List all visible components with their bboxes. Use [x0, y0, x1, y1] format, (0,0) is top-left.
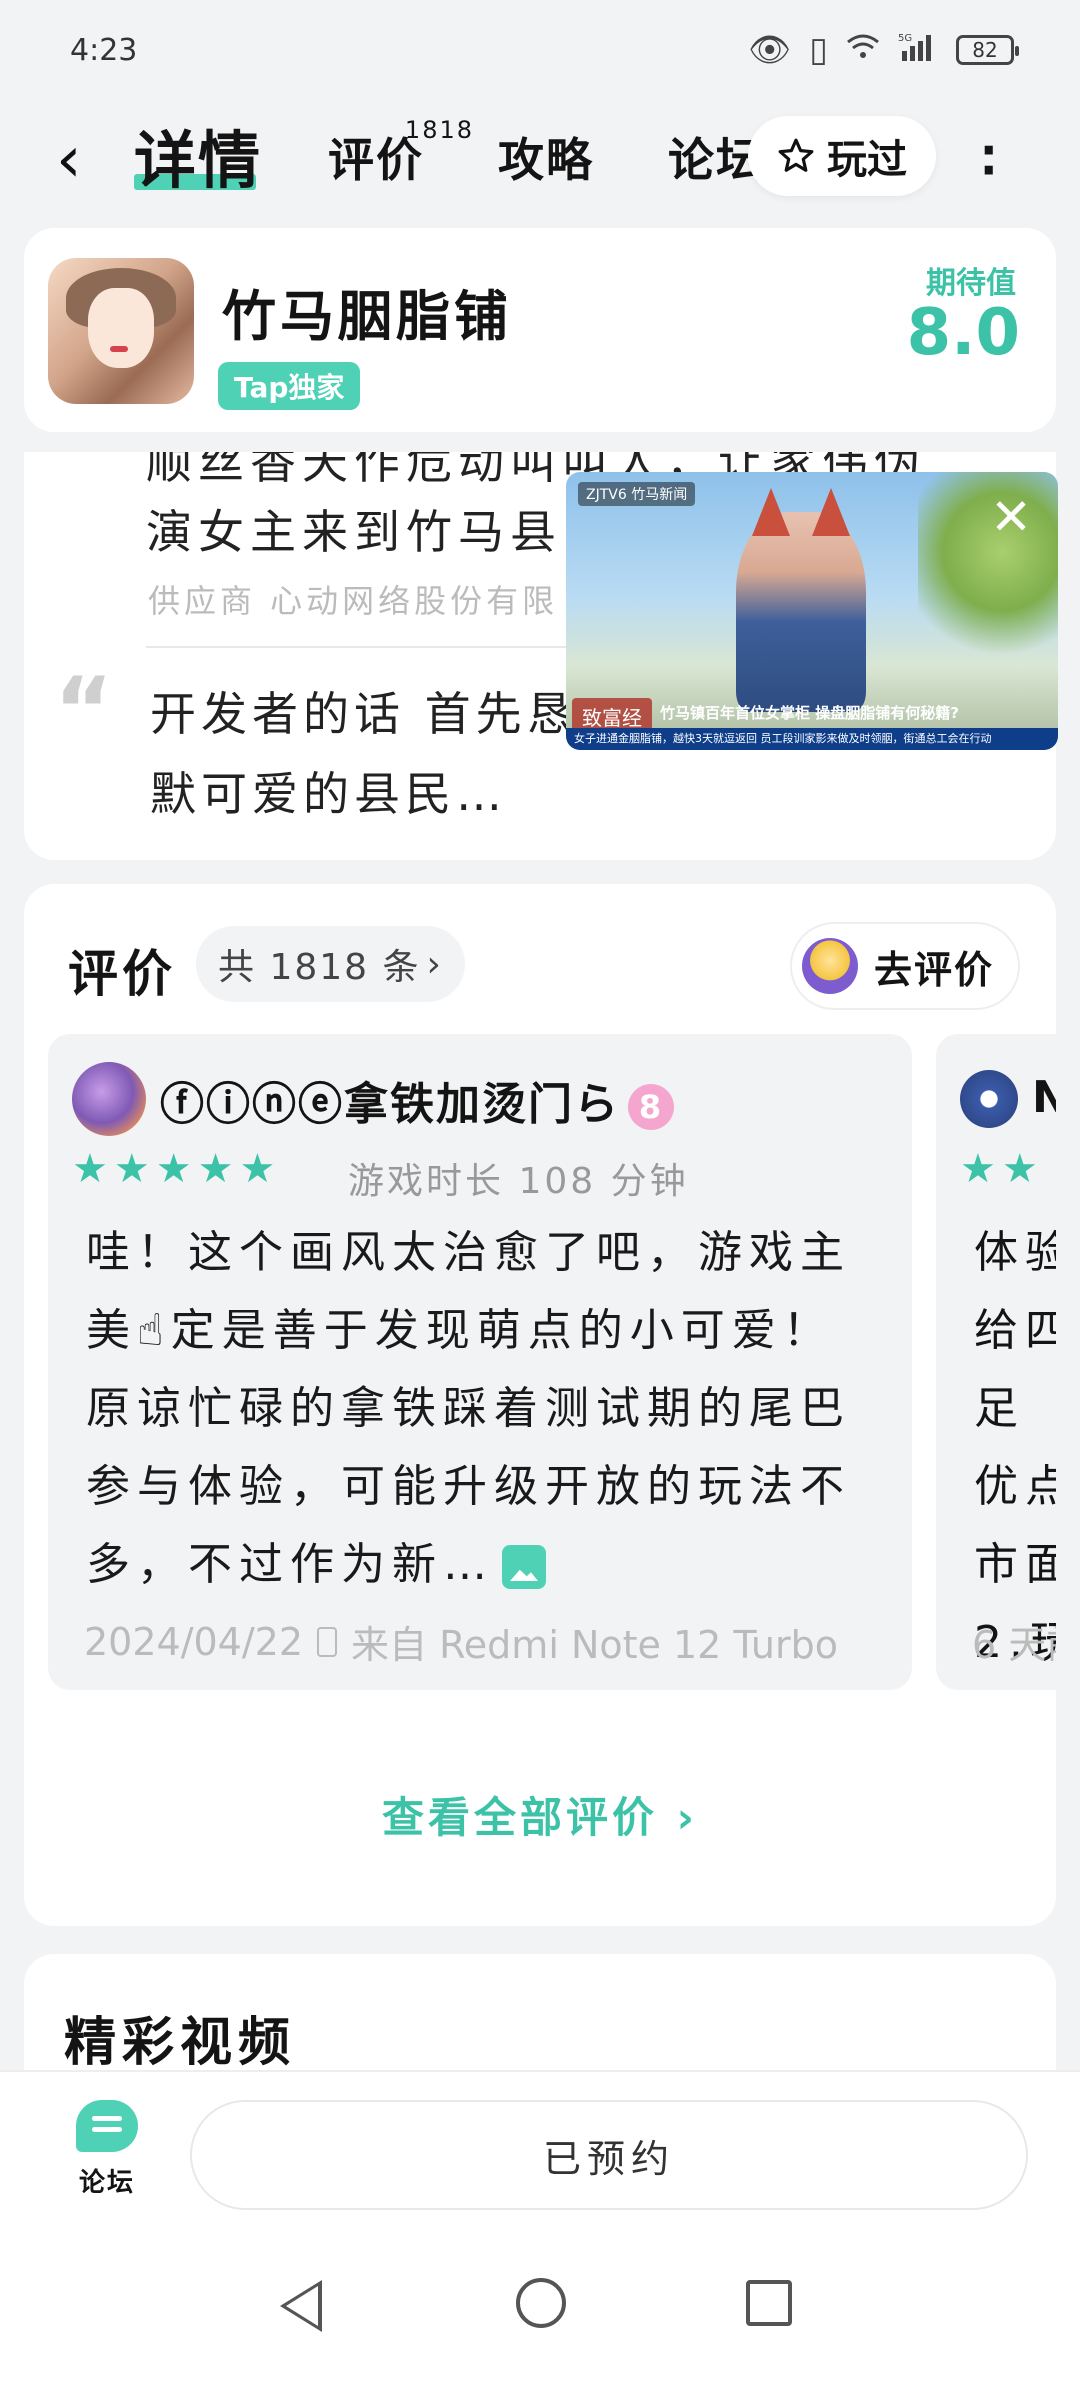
game-icon: [48, 258, 194, 404]
videos-title: 精彩视频: [64, 2013, 297, 2073]
chevron-right-icon: ›: [426, 943, 443, 985]
write-review-label: 去评价: [873, 947, 994, 992]
game-header-card: 竹马胭脂铺 Tap独家 期待值 8.0: [24, 228, 1056, 432]
quote-icon: “: [54, 658, 114, 763]
wifi-icon: [846, 30, 880, 70]
reviewer-name[interactable]: ⓕⓘⓝⓔ拿铁加烫门ら 8: [160, 1068, 674, 1132]
expectation-score: 8.0: [906, 296, 1020, 370]
video-ticker: 女子进通金胭脂铺，越快3天就逗返回 员工段训家影来做及时领胭，街通总工会在行动: [566, 728, 1058, 750]
tab-reviews-badge: 1818: [404, 116, 474, 144]
svg-text:5G: 5G: [898, 33, 912, 44]
review-text: 体验 给四 足 优点 市面 2.玩: [974, 1227, 1056, 1668]
nav-home-icon[interactable]: [516, 2278, 566, 2328]
top-nav: ‹ 详情 评价 1818 攻略 论坛 玩过 · ·: [0, 100, 1080, 220]
user-badge-icon: 8: [628, 1084, 674, 1130]
reviews-count-label: 共 1818 条: [218, 947, 421, 988]
star-outline-icon: [778, 138, 814, 172]
forum-label: 论坛: [78, 2168, 135, 2198]
nav-recents-icon[interactable]: [746, 2280, 792, 2326]
more-vertical-icon[interactable]: · ·: [980, 127, 997, 193]
tap-exclusive-badge: Tap独家: [218, 362, 361, 410]
reviews-card: 评价 共 1818 条 › 去评价 ⓕⓘⓝⓔ拿铁加烫门ら 8 ★★★★★ 游戏时长…: [24, 884, 1056, 1926]
status-time: 4:23: [70, 32, 138, 68]
video-thumbnail-character: [736, 512, 866, 712]
system-nav-bar: [0, 2230, 1080, 2400]
played-label: 玩过: [827, 137, 907, 183]
nav-back-icon[interactable]: [280, 2280, 322, 2332]
status-icons: 👁 ▯ 5G 82: [748, 30, 1019, 70]
eye-icon: 👁: [748, 30, 792, 70]
review-device: 来自 Redmi Note 12 Turbo: [351, 1623, 838, 1667]
battery-indicator: 82: [956, 35, 1019, 65]
tab-reviews[interactable]: 评价 1818: [328, 116, 472, 190]
game-title: 竹马胭脂铺: [222, 285, 512, 348]
played-button[interactable]: 玩过: [748, 116, 936, 196]
floating-video-player[interactable]: ZJTV6 竹马新闻 ✕ 致富经 竹马镇百年首位女掌柜 操盘胭脂铺有何秘籍? 女…: [566, 472, 1058, 750]
video-channel-logo: ZJTV6 竹马新闻: [578, 482, 696, 506]
reviewer-avatar[interactable]: [960, 1070, 1018, 1128]
review-card[interactable]: N( ★★ 体验 给四 足 优点 市面 2.玩 6 天前: [936, 1034, 1056, 1690]
review-date: 6 天前: [972, 1623, 1056, 1667]
tab-details-label: 详情: [134, 124, 263, 197]
avatar: [801, 938, 858, 994]
review-date: 2024/04/22: [84, 1619, 304, 1664]
back-arrow-icon[interactable]: ‹: [56, 128, 82, 192]
see-all-reviews-link[interactable]: 查看全部评价 ›: [24, 1784, 1056, 1845]
rating-stars: ★★★★★: [72, 1146, 282, 1192]
rating-stars: ★★: [960, 1146, 1044, 1192]
reserved-button[interactable]: 已预约: [190, 2100, 1028, 2210]
playtime-text: 游戏时长 108 分钟: [348, 1161, 689, 1202]
reviewer-name[interactable]: N(: [1032, 1072, 1056, 1123]
review-text: 哇！这个画风太治愈了吧，游戏主美☝定是善于发现萌点的小可爱！ 原谅忙碌的拿铁踩着…: [86, 1227, 851, 1590]
phone-icon: [317, 1626, 338, 1657]
chat-bubble-icon: [76, 2100, 138, 2152]
tab-details[interactable]: 详情: [134, 110, 262, 200]
supplier-text: 供应商 心动网络股份有限: [148, 582, 559, 620]
description-text: 演女主来到竹马县: [146, 505, 562, 559]
close-icon[interactable]: ✕: [990, 492, 1032, 542]
video-headline: 竹马镇百年首位女掌柜 操盘胭脂铺有何秘籍?: [660, 704, 959, 722]
write-review-button[interactable]: 去评价: [789, 922, 1020, 1010]
image-icon: [502, 1545, 546, 1589]
reviews-count-button[interactable]: 共 1818 条 ›: [196, 926, 465, 1002]
review-meta: 2024/04/22 来自 Redmi Note 12 Turbo: [84, 1614, 838, 1669]
5g-signal-icon: 5G: [898, 30, 938, 70]
reviews-title: 评价: [68, 945, 176, 1003]
videos-section: 精彩视频: [24, 1954, 1056, 2074]
tab-guides[interactable]: 攻略: [498, 124, 594, 190]
bottom-action-bar: 论坛 已预约: [0, 2070, 1080, 2230]
status-bar: 4:23 👁 ▯ 5G 82: [0, 0, 1080, 100]
forum-button[interactable]: 论坛: [62, 2100, 152, 2199]
reviewer-avatar[interactable]: [72, 1062, 146, 1136]
review-card[interactable]: ⓕⓘⓝⓔ拿铁加烫门ら 8 ★★★★★ 游戏时长 108 分钟 哇！这个画风太治愈了…: [48, 1034, 912, 1690]
vibrate-icon: ▯: [809, 30, 828, 70]
